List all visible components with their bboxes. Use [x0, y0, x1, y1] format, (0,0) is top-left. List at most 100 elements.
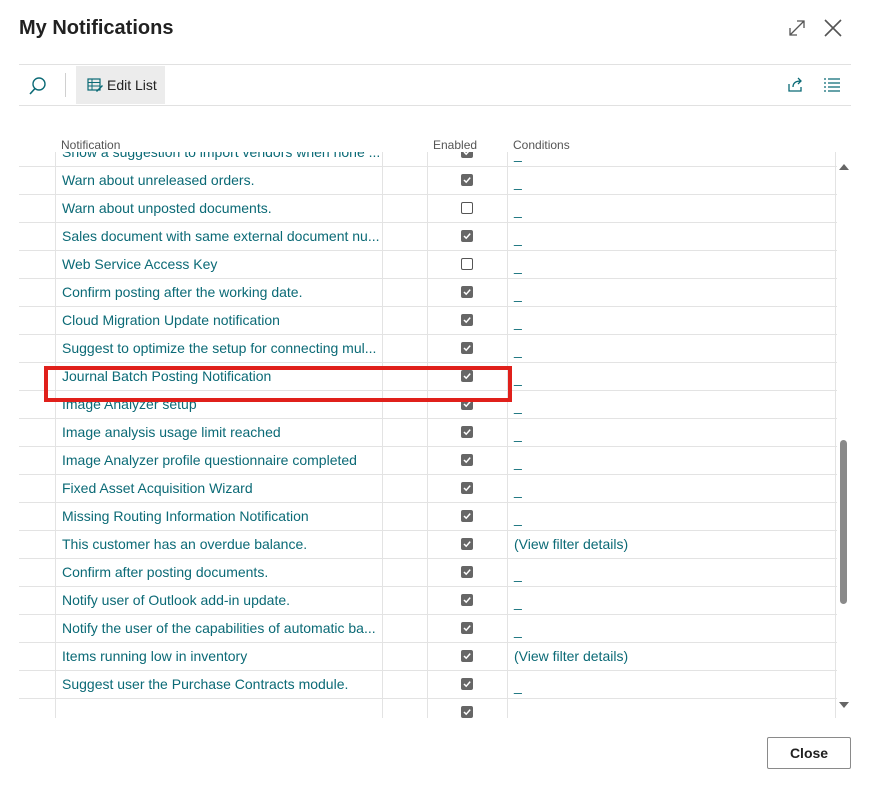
notification-link[interactable]: Confirm posting after the working date.	[56, 278, 383, 306]
vertical-scrollbar[interactable]	[838, 164, 850, 712]
enabled-checkbox[interactable]	[461, 678, 473, 690]
conditions-link[interactable]: (View filter details)	[508, 642, 836, 670]
dialog-title: My Notifications	[19, 17, 174, 39]
table-row[interactable]: Cloud Migration Update notification _	[19, 306, 837, 335]
conditions-link[interactable]: _	[508, 474, 836, 502]
notification-link[interactable]: Web Service Access Key	[56, 250, 383, 278]
table-row[interactable]: Image analysis usage limit reached _	[19, 418, 837, 447]
table-row[interactable]: Suggest to optimize the setup for connec…	[19, 334, 837, 363]
table-row[interactable]: Web Service Access Key _	[19, 250, 837, 279]
enabled-checkbox[interactable]	[461, 510, 473, 522]
enabled-checkbox[interactable]	[461, 152, 473, 158]
conditions-link[interactable]: _	[508, 278, 836, 306]
conditions-link[interactable]: _	[508, 586, 836, 614]
table-row[interactable]: This customer has an overdue balance. (V…	[19, 530, 837, 559]
enabled-checkbox[interactable]	[461, 538, 473, 550]
conditions-link[interactable]: _	[508, 558, 836, 586]
enabled-checkbox[interactable]	[461, 566, 473, 578]
enabled-checkbox[interactable]	[461, 286, 473, 298]
notification-link[interactable]: Show a suggestion to import vendors when…	[56, 152, 383, 166]
conditions-link[interactable]	[508, 698, 836, 718]
notification-link[interactable]: Cloud Migration Update notification	[56, 306, 383, 334]
conditions-link[interactable]: _	[508, 166, 836, 194]
notification-link[interactable]: Warn about unposted documents.	[56, 194, 383, 222]
conditions-link[interactable]: _	[508, 194, 836, 222]
notification-link[interactable]: This customer has an overdue balance.	[56, 530, 383, 558]
notification-link[interactable]	[56, 698, 383, 718]
table-row[interactable]: Missing Routing Information Notification…	[19, 502, 837, 531]
conditions-link[interactable]: _	[508, 502, 836, 530]
enabled-checkbox[interactable]	[461, 370, 473, 382]
table-row[interactable]: Fixed Asset Acquisition Wizard _	[19, 474, 837, 503]
expand-icon[interactable]	[785, 16, 809, 40]
notification-link[interactable]: Confirm after posting documents.	[56, 558, 383, 586]
action-bar: Edit List	[19, 64, 851, 106]
table-row[interactable]	[19, 698, 837, 718]
conditions-link[interactable]: _	[508, 362, 836, 390]
enabled-checkbox[interactable]	[461, 454, 473, 466]
table-row[interactable]: Confirm after posting documents. _	[19, 558, 837, 587]
enabled-checkbox[interactable]	[461, 622, 473, 634]
enabled-checkbox[interactable]	[461, 314, 473, 326]
conditions-link[interactable]: _	[508, 418, 836, 446]
table-row[interactable]: Sales document with same external docume…	[19, 222, 837, 251]
table-row[interactable]: Image Analyzer setup _	[19, 390, 837, 419]
enabled-checkbox[interactable]	[461, 426, 473, 438]
notification-link[interactable]: Image Analyzer profile questionnaire com…	[56, 446, 383, 474]
notifications-grid: Notification Enabled Conditions Show a s…	[19, 136, 837, 718]
enabled-checkbox[interactable]	[461, 258, 473, 270]
table-row[interactable]: Show a suggestion to import vendors when…	[19, 152, 837, 167]
notification-link[interactable]: Notify user of Outlook add-in update.	[56, 586, 383, 614]
search-icon[interactable]	[27, 75, 49, 97]
enabled-checkbox[interactable]	[461, 342, 473, 354]
list-view-icon[interactable]	[823, 77, 841, 93]
conditions-link[interactable]: _	[508, 152, 836, 166]
scroll-up-arrow-icon[interactable]	[839, 164, 849, 170]
notification-link[interactable]: Warn about unreleased orders.	[56, 166, 383, 194]
conditions-link[interactable]: _	[508, 670, 836, 698]
enabled-checkbox[interactable]	[461, 706, 473, 718]
enabled-checkbox[interactable]	[461, 594, 473, 606]
notification-link[interactable]: Journal Batch Posting Notification	[56, 362, 383, 390]
table-row[interactable]: Confirm posting after the working date. …	[19, 278, 837, 307]
notification-link[interactable]: Image Analyzer setup	[56, 390, 383, 418]
table-row[interactable]: Suggest user the Purchase Contracts modu…	[19, 670, 837, 699]
notification-link[interactable]: Notify the user of the capabilities of a…	[56, 614, 383, 642]
conditions-link[interactable]: _	[508, 446, 836, 474]
enabled-checkbox[interactable]	[461, 398, 473, 410]
conditions-link[interactable]: _	[508, 390, 836, 418]
conditions-link[interactable]: _	[508, 250, 836, 278]
enabled-checkbox[interactable]	[461, 230, 473, 242]
edit-list-label: Edit List	[107, 77, 157, 93]
table-row[interactable]: Notify the user of the capabilities of a…	[19, 614, 837, 643]
notification-link[interactable]: Image analysis usage limit reached	[56, 418, 383, 446]
enabled-checkbox[interactable]	[461, 174, 473, 186]
close-button[interactable]: Close	[767, 737, 851, 769]
share-icon[interactable]	[786, 75, 806, 95]
table-row[interactable]: Items running low in inventory (View fil…	[19, 642, 837, 671]
enabled-checkbox[interactable]	[461, 202, 473, 214]
notification-link[interactable]: Suggest to optimize the setup for connec…	[56, 334, 383, 362]
conditions-link[interactable]: (View filter details)	[508, 530, 836, 558]
conditions-link[interactable]: _	[508, 614, 836, 642]
close-icon[interactable]	[821, 16, 845, 40]
conditions-link[interactable]: _	[508, 306, 836, 334]
toolbar-divider	[65, 73, 66, 97]
table-row-selected[interactable]: Journal Batch Posting Notification _	[19, 362, 837, 391]
table-row[interactable]: Warn about unposted documents. _	[19, 194, 837, 223]
edit-list-button[interactable]: Edit List	[76, 66, 165, 104]
table-row[interactable]: Notify user of Outlook add-in update. _	[19, 586, 837, 615]
scroll-down-arrow-icon[interactable]	[839, 702, 849, 708]
notification-link[interactable]: Suggest user the Purchase Contracts modu…	[56, 670, 383, 698]
conditions-link[interactable]: _	[508, 222, 836, 250]
notification-link[interactable]: Sales document with same external docume…	[56, 222, 383, 250]
enabled-checkbox[interactable]	[461, 650, 473, 662]
notification-link[interactable]: Fixed Asset Acquisition Wizard	[56, 474, 383, 502]
table-row[interactable]: Image Analyzer profile questionnaire com…	[19, 446, 837, 475]
notification-link[interactable]: Missing Routing Information Notification	[56, 502, 383, 530]
scrollbar-thumb[interactable]	[840, 440, 847, 604]
table-row[interactable]: Warn about unreleased orders. _	[19, 166, 837, 195]
conditions-link[interactable]: _	[508, 334, 836, 362]
notification-link[interactable]: Items running low in inventory	[56, 642, 383, 670]
enabled-checkbox[interactable]	[461, 482, 473, 494]
